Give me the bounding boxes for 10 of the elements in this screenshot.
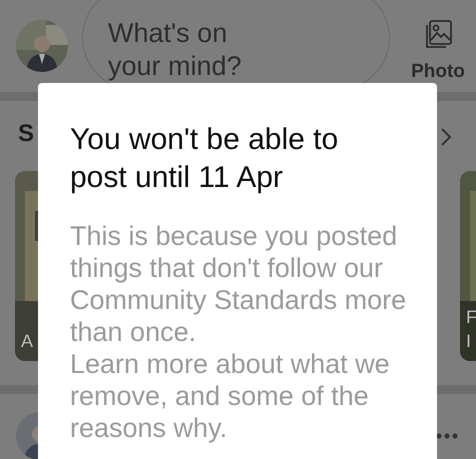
story-label: A	[21, 330, 34, 353]
section-heading: S	[18, 121, 34, 149]
dialog-message: This is because you posted things that don't follow our Community Standards more than once.	[70, 220, 408, 348]
chevron-right-icon[interactable]	[440, 127, 452, 147]
more-icon[interactable]	[436, 433, 458, 439]
photo-label: Photo	[411, 60, 465, 84]
dialog-title: You won't be able to post until 11 Apr	[70, 122, 340, 196]
learn-more-link[interactable]: Learn more about what we remove, and some of the reasons why.	[70, 348, 417, 444]
photo-icon[interactable]	[424, 20, 452, 50]
story-label: F I	[466, 306, 476, 353]
